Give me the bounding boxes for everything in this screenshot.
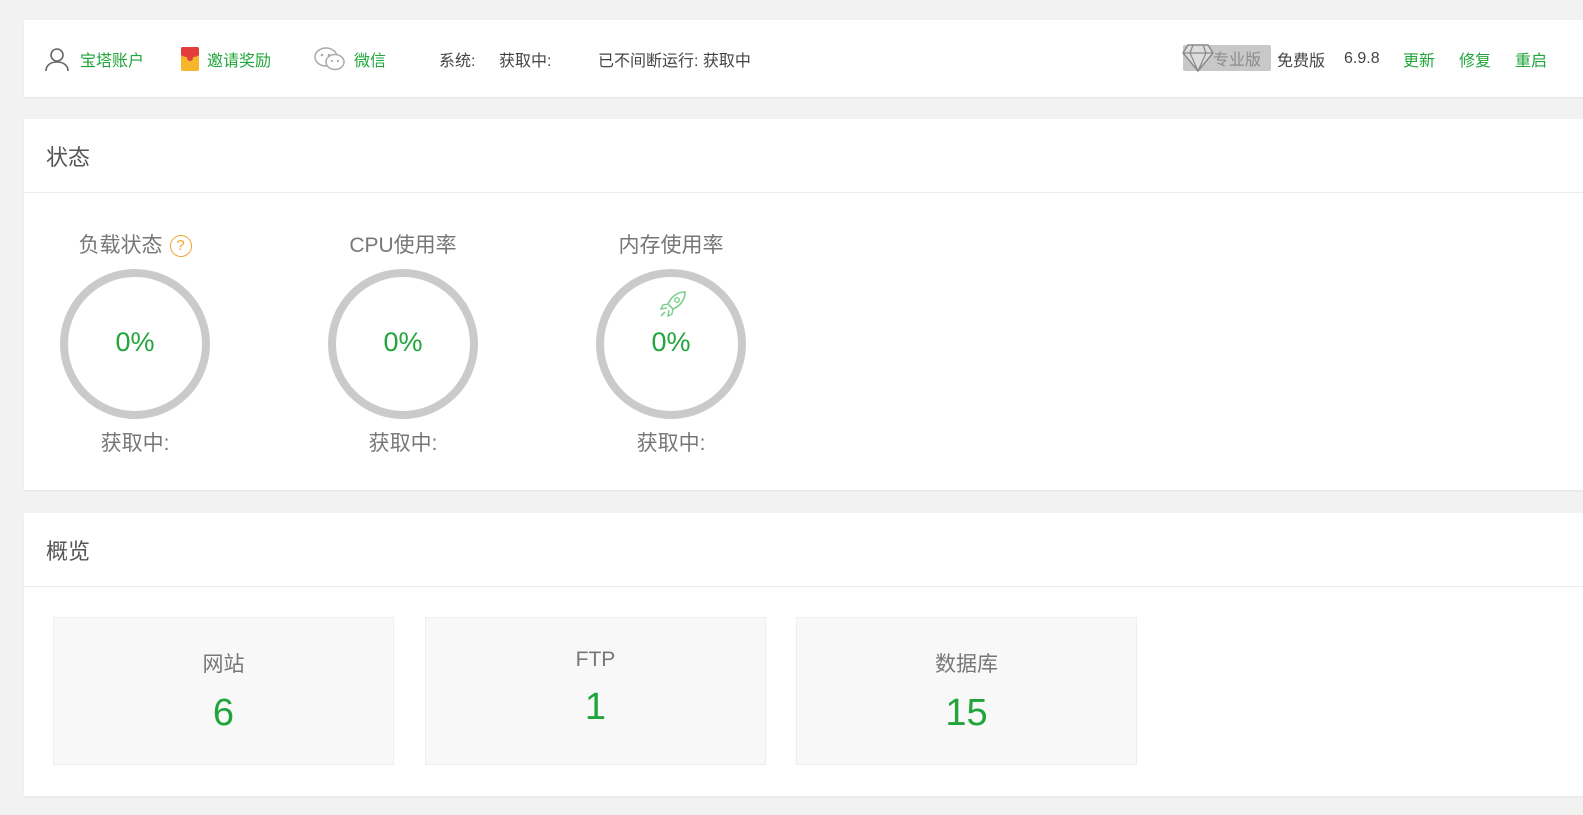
update-link[interactable]: 更新: [1403, 20, 1435, 97]
overview-box-database[interactable]: 数据库 15: [796, 617, 1137, 765]
overview-ftp-value[interactable]: 1: [426, 686, 765, 729]
gauge-memory[interactable]: 内存使用率 0% 获取中:: [586, 231, 756, 457]
uptime-text: 已不间断运行: 获取中: [598, 52, 751, 70]
diamond-icon: [1182, 44, 1214, 73]
overview-panel: 概览 网站 6 FTP 1 数据库 15: [24, 513, 1583, 796]
gauge-cpu-sub: 获取中:: [368, 432, 438, 455]
system-label: 系统:: [439, 52, 476, 70]
overview-box-ftp[interactable]: FTP 1: [425, 617, 766, 765]
top-bar: 宝塔账户 邀请奖励 微信 系统: 获取中: 已不间断运行: 获取中 专业版 免费…: [24, 20, 1583, 97]
account-link[interactable]: 宝塔账户: [44, 20, 144, 97]
overview-box-sites[interactable]: 网站 6: [53, 617, 394, 765]
overview-database-value[interactable]: 15: [797, 692, 1136, 735]
gauge-memory-title: 内存使用率: [618, 234, 724, 257]
overview-title: 概览: [24, 513, 1583, 587]
gauge-cpu-ring: 0%: [328, 269, 478, 419]
gauge-memory-value: 0%: [651, 327, 691, 357]
version-text: 6.9.8: [1344, 49, 1380, 67]
account-label: 宝塔账户: [80, 52, 145, 70]
gauge-cpu-value: 0%: [383, 327, 423, 357]
invite-label: 邀请奖励: [207, 52, 272, 70]
gauge-load-title: 负载状态: [78, 234, 163, 257]
status-title: 状态: [24, 119, 1583, 193]
gauge-load-ring: 0%: [60, 269, 210, 419]
gauge-memory-ring: 0%: [596, 269, 746, 419]
gauge-load[interactable]: 负载状态 ? 0% 获取中:: [50, 231, 220, 457]
wechat-label: 微信: [354, 52, 387, 70]
overview-sites-value[interactable]: 6: [54, 692, 393, 735]
help-icon[interactable]: ?: [169, 235, 192, 257]
gauge-cpu-title: CPU使用率: [349, 234, 457, 257]
restart-link[interactable]: 重启: [1515, 20, 1547, 97]
free-label: 免费版: [1277, 52, 1326, 70]
invite-link[interactable]: 邀请奖励: [181, 20, 271, 97]
rocket-icon[interactable]: [658, 289, 688, 324]
overview-sites-label: 网站: [202, 653, 245, 676]
pro-badge[interactable]: 专业版: [1182, 44, 1271, 73]
gauge-cpu[interactable]: CPU使用率 0% 获取中:: [318, 231, 488, 457]
pro-label: 专业版: [1213, 52, 1262, 69]
gauge-load-value: 0%: [115, 327, 155, 357]
repair-link[interactable]: 修复: [1459, 20, 1491, 97]
overview-database-label: 数据库: [935, 653, 998, 676]
red-envelope-icon: [181, 46, 199, 71]
wechat-link[interactable]: 微信: [314, 20, 386, 97]
status-panel: 状态 负载状态 ? 0% 获取中: CPU使用率 0% 获取中: 内存使用率 0…: [24, 119, 1583, 490]
gauge-memory-sub: 获取中:: [636, 432, 706, 455]
overview-ftp-label: FTP: [575, 648, 616, 671]
wechat-icon: [314, 46, 346, 72]
user-icon: [44, 46, 70, 72]
system-value: 获取中:: [499, 52, 552, 70]
gauge-load-sub: 获取中:: [100, 432, 170, 455]
